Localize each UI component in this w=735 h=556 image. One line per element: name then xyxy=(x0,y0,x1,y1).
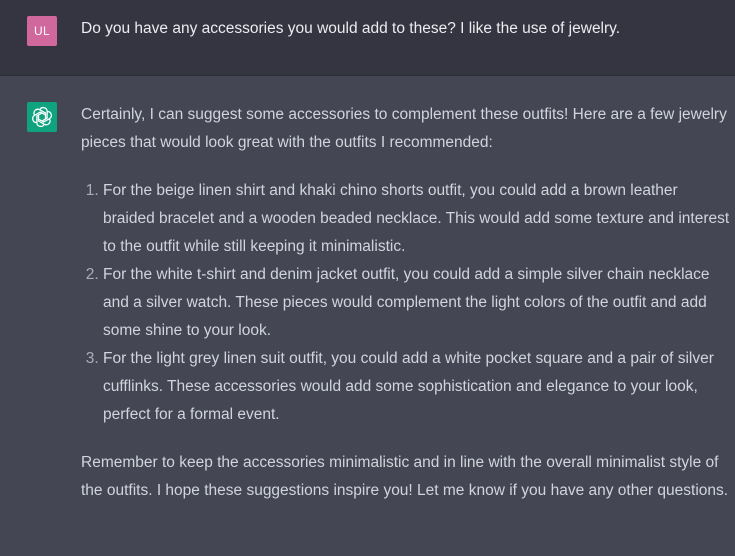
assistant-avatar xyxy=(27,102,57,132)
assistant-message-body: Certainly, I can suggest some accessorie… xyxy=(81,101,731,505)
list-item: For the beige linen shirt and khaki chin… xyxy=(103,177,731,261)
list-item: For the white t-shirt and denim jacket o… xyxy=(103,261,731,345)
assistant-message: Certainly, I can suggest some accessorie… xyxy=(0,76,735,556)
user-message: UL Do you have any accessories you would… xyxy=(0,0,735,76)
openai-logo-icon xyxy=(32,107,52,127)
chat-thread: UL Do you have any accessories you would… xyxy=(0,0,735,556)
list-item: For the light grey linen suit outfit, yo… xyxy=(103,345,731,429)
user-avatar: UL xyxy=(27,16,57,46)
suggestion-list: For the beige linen shirt and khaki chin… xyxy=(81,177,731,429)
assistant-outro: Remember to keep the accessories minimal… xyxy=(81,454,729,499)
user-message-text: Do you have any accessories you would ad… xyxy=(81,20,621,37)
assistant-intro: Certainly, I can suggest some accessorie… xyxy=(81,106,727,151)
